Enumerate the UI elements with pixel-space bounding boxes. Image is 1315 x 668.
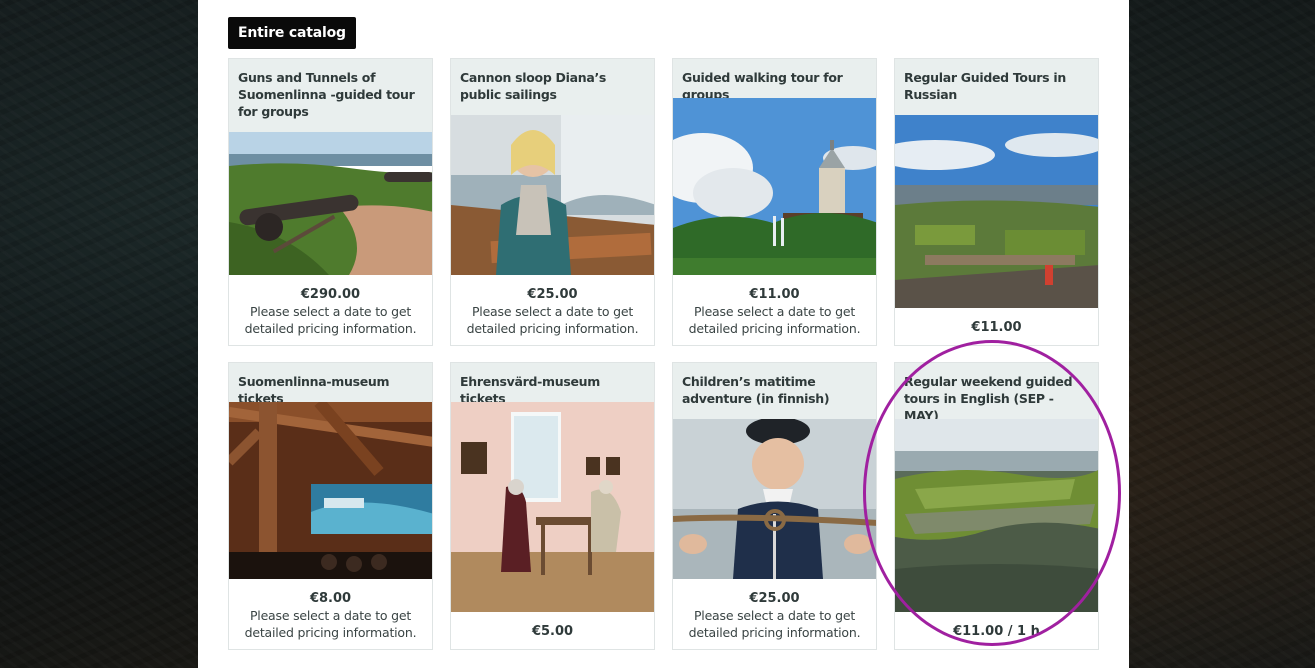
product-pricing-info: Please select a date to get detailed pri…: [688, 608, 861, 640]
product-image-period-room[interactable]: [451, 402, 654, 612]
product-image-aerial-fortress[interactable]: [895, 115, 1098, 308]
product-price: €11.00: [749, 287, 800, 302]
product-card-walking-tour[interactable]: Guided walking tour for groups €11.00 Pl…: [672, 58, 877, 346]
product-card-russian-tours[interactable]: Regular Guided Tours in Russian €11.00: [894, 58, 1099, 346]
product-pricing-info: Please select a date to get detailed pri…: [244, 304, 417, 336]
product-price: €8.00: [309, 591, 352, 606]
product-title[interactable]: Guided walking tour for groups: [673, 59, 876, 102]
product-title[interactable]: Children’s matitime adventure (in finnis…: [673, 363, 876, 419]
product-title[interactable]: Regular weekend guided tours in English …: [895, 363, 1098, 423]
product-price: €5.00: [531, 624, 574, 639]
product-title[interactable]: Regular Guided Tours in Russian: [895, 59, 1098, 115]
product-image-museum-cinema[interactable]: [229, 402, 432, 579]
product-pricing-info: Please select a date to get detailed pri…: [466, 304, 639, 336]
product-price: €11.00: [971, 320, 1022, 335]
product-price: €290.00: [300, 287, 361, 302]
product-title[interactable]: Cannon sloop Diana’s public sailings: [451, 59, 654, 115]
product-pricing-info: Please select a date to get detailed pri…: [244, 608, 417, 640]
product-title[interactable]: Suomenlinna-museum tickets: [229, 363, 432, 406]
product-image-church-tower[interactable]: [673, 98, 876, 275]
product-card-diana-sailings[interactable]: Cannon sloop Diana’s public sailings €25…: [450, 58, 655, 346]
product-card-childrens-adventure[interactable]: Children’s matitime adventure (in finnis…: [672, 362, 877, 650]
product-pricing-info: Please select a date to get detailed pri…: [688, 304, 861, 336]
product-card-guns-and-tunnels[interactable]: Guns and Tunnels of Suomenlinna -guided …: [228, 58, 433, 346]
product-title[interactable]: Guns and Tunnels of Suomenlinna -guided …: [229, 59, 432, 132]
product-grid: Guns and Tunnels of Suomenlinna -guided …: [228, 58, 1100, 650]
product-card-english-weekend-tours[interactable]: Regular weekend guided tours in English …: [894, 362, 1099, 650]
product-card-museum-tickets[interactable]: Suomenlinna-museum tickets €8.00 Please …: [228, 362, 433, 650]
product-card-ehrensvard-museum[interactable]: Ehrensvärd-museum tickets €5.00: [450, 362, 655, 650]
product-image-aerial-island[interactable]: [895, 419, 1098, 612]
product-title[interactable]: Ehrensvärd-museum tickets: [451, 363, 654, 406]
product-price: €25.00: [749, 591, 800, 606]
catalog-panel: Entire catalog Guns and Tunnels of Suome…: [198, 0, 1129, 668]
entire-catalog-button[interactable]: Entire catalog: [228, 17, 356, 49]
product-image-sailor-rope[interactable]: [673, 419, 876, 579]
product-image-cannons[interactable]: [229, 132, 432, 275]
product-price: €25.00: [527, 287, 578, 302]
product-price: €11.00 / 1 h: [953, 624, 1040, 639]
product-image-sailboat[interactable]: [451, 115, 654, 275]
